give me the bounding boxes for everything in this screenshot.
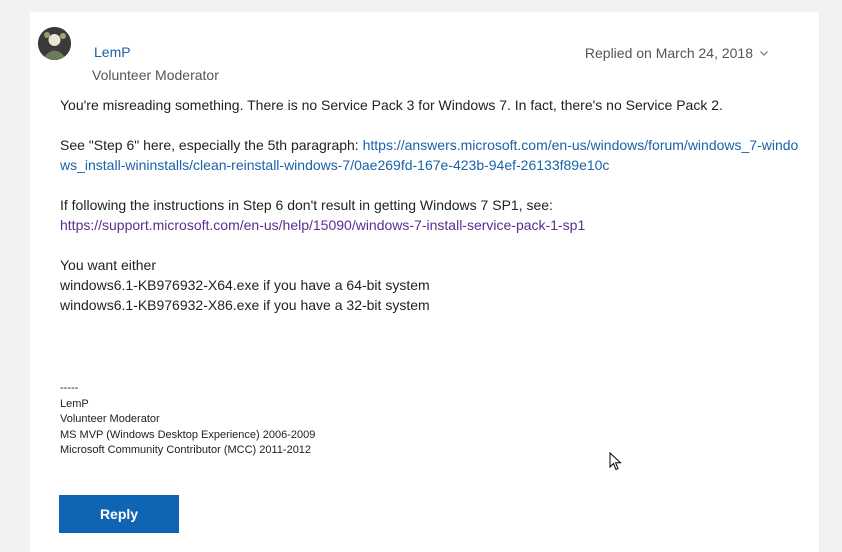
body-line: windows6.1-KB976932-X86.exe if you have … (60, 297, 430, 313)
signature-separator: ----- (60, 382, 79, 394)
body-text: See "Step 6" here, especially the 5th pa… (60, 137, 363, 153)
chevron-down-icon (760, 51, 768, 56)
reply-card: LemP Volunteer Moderator Replied on Marc… (30, 12, 819, 552)
signature-mcc: Microsoft Community Contributor (MCC) 20… (60, 444, 312, 456)
body-paragraph: You're misreading something. There is no… (60, 97, 723, 113)
support-link[interactable]: https://support.microsoft.com/en-us/help… (60, 217, 585, 233)
signature-name: LemP (60, 397, 89, 410)
page: LemP Volunteer Moderator Replied on Marc… (0, 0, 842, 552)
replied-date: Replied on March 24, 2018 (584, 45, 753, 61)
author-role: Volunteer Moderator (92, 67, 219, 83)
body-paragraph: See "Step 6" here, especially the 5th pa… (60, 135, 800, 175)
signature: ----- LemP Volunteer Moderator MS MVP (W… (60, 381, 315, 459)
body-paragraph: If following the instructions in Step 6 … (60, 197, 553, 213)
post-body: You're misreading something. There is no… (60, 95, 800, 315)
replied-date-dropdown[interactable]: Replied on March 24, 2018 (585, 45, 769, 61)
body-line: windows6.1-KB976932-X64.exe if you have … (60, 277, 430, 293)
avatar[interactable] (38, 27, 71, 60)
reply-button[interactable]: Reply (59, 495, 179, 533)
body-line: You want either (60, 257, 156, 273)
signature-mvp: MS MVP (Windows Desktop Experience) 2006… (60, 428, 316, 441)
author-name[interactable]: LemP (94, 44, 131, 60)
body-paragraph: https://support.microsoft.com/en-us/help… (60, 215, 800, 235)
mouse-cursor-icon (609, 452, 622, 471)
signature-role: Volunteer Moderator (60, 413, 160, 425)
